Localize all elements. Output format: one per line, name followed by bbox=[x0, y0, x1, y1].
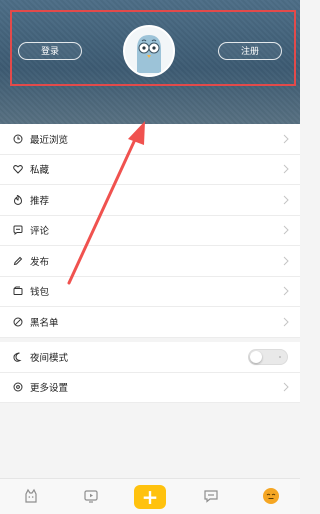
chevron-right-icon bbox=[283, 317, 289, 327]
menu-item-comments[interactable]: 评论 bbox=[0, 216, 300, 246]
chevron-right-icon bbox=[283, 256, 289, 266]
chevron-right-icon bbox=[283, 382, 289, 392]
publish-plus-button[interactable]: + bbox=[134, 485, 166, 509]
chevron-right-icon bbox=[283, 286, 289, 296]
menu-item-night-mode: 夜间模式 bbox=[0, 342, 300, 373]
bottom-tab-bar: + bbox=[0, 478, 300, 514]
chevron-right-icon bbox=[283, 164, 289, 174]
toggle-knob bbox=[250, 350, 262, 363]
menu-item-recent[interactable]: 最近浏览 bbox=[0, 124, 300, 155]
moon-icon bbox=[12, 351, 24, 363]
register-button[interactable]: 注册 bbox=[218, 42, 282, 60]
menu-list: 最近浏览 私藏 推荐 评论 发布 钱包 黑名单 bbox=[0, 124, 300, 338]
settings-icon bbox=[12, 381, 24, 393]
profile-icon[interactable] bbox=[262, 487, 280, 505]
menu-item-blacklist[interactable]: 黑名单 bbox=[0, 307, 300, 338]
more-settings-label: 更多设置 bbox=[30, 383, 69, 395]
chevron-right-icon bbox=[283, 195, 289, 205]
block-icon bbox=[12, 316, 24, 328]
menu-item-label: 黑名单 bbox=[30, 317, 59, 329]
wallet-icon bbox=[12, 285, 24, 297]
login-button[interactable]: 登录 bbox=[18, 42, 82, 60]
menu-item-label: 发布 bbox=[30, 256, 50, 268]
menu-item-publish[interactable]: 发布 bbox=[0, 246, 300, 277]
menu-item-label: 钱包 bbox=[30, 287, 50, 299]
menu-item-favorites[interactable]: 私藏 bbox=[0, 155, 300, 185]
comment-icon bbox=[12, 224, 24, 236]
avatar[interactable] bbox=[123, 25, 175, 77]
flame-icon bbox=[12, 194, 24, 206]
menu-item-wallet[interactable]: 钱包 bbox=[0, 277, 300, 307]
message-icon[interactable] bbox=[202, 487, 220, 505]
clock-icon bbox=[12, 133, 24, 145]
night-mode-toggle[interactable] bbox=[248, 348, 288, 365]
chevron-right-icon bbox=[283, 225, 289, 235]
settings-list: 夜间模式 更多设置 bbox=[0, 342, 300, 403]
menu-item-label: 最近浏览 bbox=[30, 134, 69, 146]
menu-item-more-settings[interactable]: 更多设置 bbox=[0, 373, 300, 403]
menu-item-label: 私藏 bbox=[30, 165, 50, 177]
pencil-icon bbox=[12, 255, 24, 267]
home-icon[interactable] bbox=[22, 487, 40, 505]
ghost-mascot-icon bbox=[137, 35, 161, 73]
toggle-off-indicator bbox=[279, 355, 281, 358]
video-icon[interactable] bbox=[82, 487, 100, 505]
menu-item-label: 评论 bbox=[30, 226, 50, 238]
night-mode-label: 夜间模式 bbox=[30, 352, 69, 364]
heart-icon bbox=[12, 163, 24, 175]
menu-item-label: 推荐 bbox=[30, 195, 50, 207]
menu-item-recommend[interactable]: 推荐 bbox=[0, 185, 300, 216]
profile-header: 登录 注册 bbox=[0, 0, 300, 124]
chevron-right-icon bbox=[283, 134, 289, 144]
